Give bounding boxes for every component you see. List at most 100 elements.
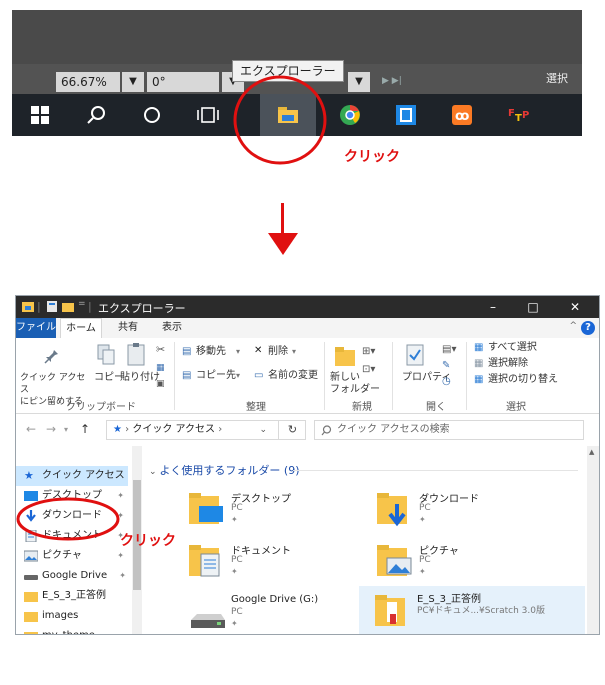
move-to-dropdown-icon[interactable]: ▾ — [236, 346, 240, 358]
paste-shortcut-icon[interactable]: ▣ — [156, 378, 165, 390]
tab-share[interactable]: 共有 — [110, 318, 146, 338]
zoom-field[interactable]: 66.67% — [56, 72, 120, 92]
cortana-button[interactable] — [124, 94, 180, 136]
new-folder-icon — [335, 347, 355, 366]
taskbar-chrome-button[interactable] — [322, 94, 378, 136]
task-view-button[interactable] — [180, 94, 236, 136]
folder-icon — [24, 612, 38, 622]
pin-icon: ✦ — [119, 571, 126, 580]
refresh-button[interactable]: ↻ — [278, 420, 306, 440]
rotation-field[interactable]: 0° — [147, 72, 219, 92]
invert-selection-button[interactable]: 選択の切り替え — [488, 374, 558, 386]
tile-es3-answer[interactable]: E_S_3_正答例 PC¥ドキュメ...¥Scratch 3.0版 — [359, 586, 585, 634]
move-to-button[interactable]: 移動先 — [196, 346, 226, 358]
folder-icon — [375, 595, 405, 626]
zoom-dropdown[interactable]: ▼ — [122, 72, 144, 92]
option-dropdown[interactable]: ▼ — [348, 72, 370, 92]
copy-icon — [97, 344, 115, 365]
chrome-icon — [340, 105, 360, 125]
address-quick-access[interactable]: クイック アクセス — [132, 424, 215, 435]
select-none-button[interactable]: 選択解除 — [488, 358, 528, 370]
pictures-icon — [24, 550, 38, 562]
nav-quick-access[interactable]: ★ クイック アクセス — [16, 466, 128, 486]
tab-file[interactable]: ファイル — [16, 318, 56, 338]
properties-quick-icon[interactable] — [46, 301, 58, 312]
nav-es3-answer[interactable]: E_S_3_正答例 — [16, 586, 128, 606]
search-input[interactable]: クイック アクセスの検索 — [314, 420, 584, 440]
taskbar-search-button[interactable] — [68, 94, 124, 136]
scroll-up-icon[interactable]: ▲ — [589, 448, 594, 456]
taskbar-ftp-button[interactable]: F T P — [492, 94, 548, 136]
open-icon[interactable]: ▤▾ — [442, 344, 456, 356]
window-title: エクスプローラー — [98, 302, 186, 315]
start-button[interactable] — [12, 94, 68, 136]
drive-icon — [191, 614, 225, 628]
delete-dropdown-icon[interactable]: ▾ — [292, 346, 296, 358]
xampp-icon: ꝏ — [452, 105, 472, 125]
tab-home[interactable]: ホーム — [60, 318, 102, 338]
pin-icon: ✦ — [231, 619, 238, 628]
address-dropdown-icon[interactable]: ⌄ — [259, 423, 267, 437]
history-icon[interactable]: ◷ — [442, 376, 451, 388]
select-all-button[interactable]: すべて選択 — [488, 342, 537, 354]
tile-downloads[interactable]: ダウンロード PC ✦ — [371, 488, 571, 534]
back-arrow-icon[interactable]: ← — [26, 422, 36, 436]
downloads-folder-icon — [377, 493, 407, 527]
up-arrow-icon[interactable]: ↑ — [80, 422, 90, 436]
quick-access-toolbar-dropdown[interactable]: = — [78, 299, 86, 309]
minimize-button[interactable]: – — [473, 296, 513, 318]
nav-my-theme[interactable]: my_theme — [16, 626, 128, 634]
new-item-icon[interactable]: ⊞▾ — [362, 346, 375, 358]
highlight-ellipse-taskbar — [233, 75, 327, 165]
copy-to-button[interactable]: コピー先 — [196, 370, 236, 382]
tile-documents[interactable]: ドキュメント PC ✦ — [183, 540, 383, 586]
maximize-button[interactable]: □ — [513, 296, 553, 318]
folder-icon — [24, 632, 38, 634]
paste-button[interactable]: 貼り付け — [120, 372, 160, 384]
tile-desktop[interactable]: デスクトップ PC ✦ — [183, 488, 383, 534]
svg-text:P: P — [522, 110, 529, 121]
delete-icon: ✕ — [254, 345, 263, 356]
clipboard-group-label: クリップボード — [66, 402, 136, 413]
highlight-ellipse-downloads — [16, 497, 120, 541]
content-scrollbar[interactable]: ▲ — [587, 446, 599, 634]
pin-icon: ✦ — [231, 567, 238, 576]
tab-view[interactable]: 表示 — [154, 318, 190, 338]
new-group-label: 新規 — [352, 402, 372, 413]
taskbar-xampp-button[interactable]: ꝏ — [434, 94, 490, 136]
pictures-folder-icon — [377, 545, 412, 576]
filezilla-icon: F T P — [508, 108, 529, 124]
select-group-label: 選択 — [506, 402, 526, 413]
forward-arrow-icon[interactable]: → — [46, 422, 56, 436]
app-canvas-area — [12, 10, 582, 64]
edit-icon[interactable]: ✎ — [442, 360, 450, 372]
taskbar-app-button[interactable] — [378, 94, 434, 136]
frequent-folders-header[interactable]: ⌄ よく使用するフォルダー (9) — [149, 462, 299, 478]
pin-icon: ✦ — [231, 515, 238, 524]
nav-images[interactable]: images — [16, 606, 128, 626]
ribbon-tabs: ファイル ホーム 共有 表示 ^ ? — [16, 318, 599, 338]
copy-to-dropdown-icon[interactable]: ▾ — [236, 370, 240, 382]
nav-google-drive[interactable]: Google Drive ✦ — [16, 566, 128, 586]
new-folder-quick-icon[interactable] — [62, 301, 74, 312]
delete-button[interactable]: 削除 — [268, 346, 288, 358]
nav-pictures[interactable]: ピクチャ ✦ — [16, 546, 128, 566]
tile-pictures[interactable]: ピクチャ PC ✦ — [371, 540, 571, 586]
close-button[interactable]: ✕ — [555, 296, 595, 318]
help-icon[interactable]: ? — [581, 321, 595, 335]
rename-button[interactable]: 名前の変更 — [268, 370, 318, 382]
star-icon: ★ — [113, 424, 122, 435]
pin-icon: ✦ — [419, 515, 426, 524]
playback-controls[interactable]: ▶ ▶| — [382, 76, 402, 86]
ribbon-home: クイック アクセス にピン留めする コピー 貼り付け ✂ ▦ ▣ クリップボード… — [16, 338, 599, 414]
move-to-icon: ▤ — [182, 346, 192, 357]
new-folder-button[interactable]: 新しい フォルダー — [330, 372, 380, 396]
select-none-icon: ▦ — [474, 358, 484, 369]
recent-locations-icon[interactable]: ▾ — [64, 425, 68, 434]
cut-icon[interactable]: ✂ — [156, 344, 165, 356]
copy-path-icon[interactable]: ▦ — [156, 362, 165, 374]
address-bar[interactable]: ★ › クイック アクセス › ⌄ — [106, 420, 306, 440]
click-annotation-top: クリック — [344, 149, 400, 165]
ribbon-collapse-chevron-icon[interactable]: ^ — [569, 321, 577, 331]
tile-google-drive[interactable]: Google Drive (G:) PC ✦ — [183, 592, 383, 634]
